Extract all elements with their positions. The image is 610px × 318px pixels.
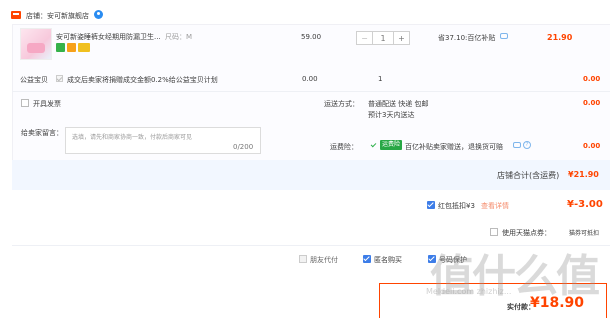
shipping-option[interactable]: 普通配送 快递 包邮 bbox=[368, 99, 428, 109]
quantity-input[interactable]: 1 bbox=[372, 31, 394, 45]
decrease-button[interactable]: − bbox=[356, 31, 372, 45]
increase-button[interactable]: + bbox=[394, 31, 410, 45]
tmall-coupon-max: 猫券可抵扣 bbox=[569, 230, 600, 237]
public-welfare-total: 0.00 bbox=[583, 75, 601, 83]
shipping-eta: 预计3天内送达 bbox=[368, 111, 415, 119]
chat-icon[interactable] bbox=[513, 142, 521, 148]
invoice-label[interactable]: 开具发票 bbox=[33, 99, 61, 109]
red-packet-checkbox[interactable] bbox=[427, 201, 435, 209]
invoice-checkbox[interactable] bbox=[21, 99, 29, 107]
friend-pay-checkbox[interactable] bbox=[299, 255, 307, 263]
check-icon bbox=[371, 142, 377, 148]
shipping-label: 运送方式： bbox=[324, 100, 359, 108]
public-welfare-price: 0.00 bbox=[302, 75, 318, 83]
shop-icon bbox=[11, 11, 21, 19]
service-badges bbox=[56, 43, 90, 52]
subsidy-text: 省37.10:百亿补贴 bbox=[438, 34, 496, 42]
shop-total-value: ¥21.90 bbox=[568, 170, 599, 179]
insurance-label: 运费险： bbox=[330, 143, 358, 151]
help-icon[interactable]: ? bbox=[523, 141, 531, 149]
product-title[interactable]: 安可新姿睡裤女经期用防漏卫生... bbox=[56, 32, 161, 42]
divider bbox=[12, 91, 610, 92]
credit-card-icon bbox=[78, 43, 90, 52]
insurance-text: 百亿补贴卖家赠送，退换货可赔 bbox=[405, 143, 503, 151]
shipping-fee: 0.00 bbox=[583, 99, 601, 107]
tmall-coupon-checkbox[interactable] bbox=[490, 228, 498, 236]
public-welfare-label: 公益宝贝 bbox=[20, 76, 48, 84]
public-welfare-text: 成交后卖家将捐赠成交金额0.2%给公益宝贝计划 bbox=[67, 76, 218, 84]
anonymous-checkbox[interactable] bbox=[363, 255, 371, 263]
insurance-fee: 0.00 bbox=[583, 142, 601, 150]
wangwang-chat-icon[interactable] bbox=[94, 10, 103, 19]
shop-name[interactable]: 店铺：安可新旗舰店 bbox=[26, 11, 89, 21]
product-sku: 尺码：M bbox=[165, 33, 193, 41]
anonymous-label[interactable]: 匿名购买 bbox=[374, 255, 402, 265]
friend-pay-label[interactable]: 朋友代付 bbox=[310, 255, 338, 265]
product-thumbnail[interactable] bbox=[20, 28, 52, 60]
insurance-tag: 运费险 bbox=[380, 140, 403, 150]
red-packet-amount: ¥-3.00 bbox=[567, 199, 603, 210]
seven-day-return-icon bbox=[56, 43, 65, 52]
seller-message-label: 给卖家留言： bbox=[21, 129, 63, 137]
shop-total-label: 店铺合计(含运费) bbox=[497, 171, 560, 180]
guarantee-icon bbox=[67, 43, 76, 52]
red-packet-details-link[interactable]: 查看详情 bbox=[481, 201, 509, 211]
seller-message-placeholder: 选填，请先和商家协商一致，付款后商家可见 bbox=[72, 134, 193, 141]
public-welfare-quantity: 1 bbox=[378, 75, 383, 83]
public-welfare-checkbox bbox=[56, 75, 63, 82]
tmall-coupon-label: 使用天猫点券： bbox=[502, 229, 551, 237]
chat-icon[interactable] bbox=[500, 33, 508, 39]
unit-price: 59.00 bbox=[301, 33, 322, 41]
red-packet-label: 红包抵扣¥3 bbox=[438, 202, 475, 210]
item-total: 21.90 bbox=[547, 33, 573, 42]
seller-message-count: 0/200 bbox=[233, 143, 254, 151]
watermark-sub: Meldeli.com zhizhiz... bbox=[426, 287, 512, 296]
quantity-stepper[interactable]: − 1 + bbox=[356, 31, 410, 45]
